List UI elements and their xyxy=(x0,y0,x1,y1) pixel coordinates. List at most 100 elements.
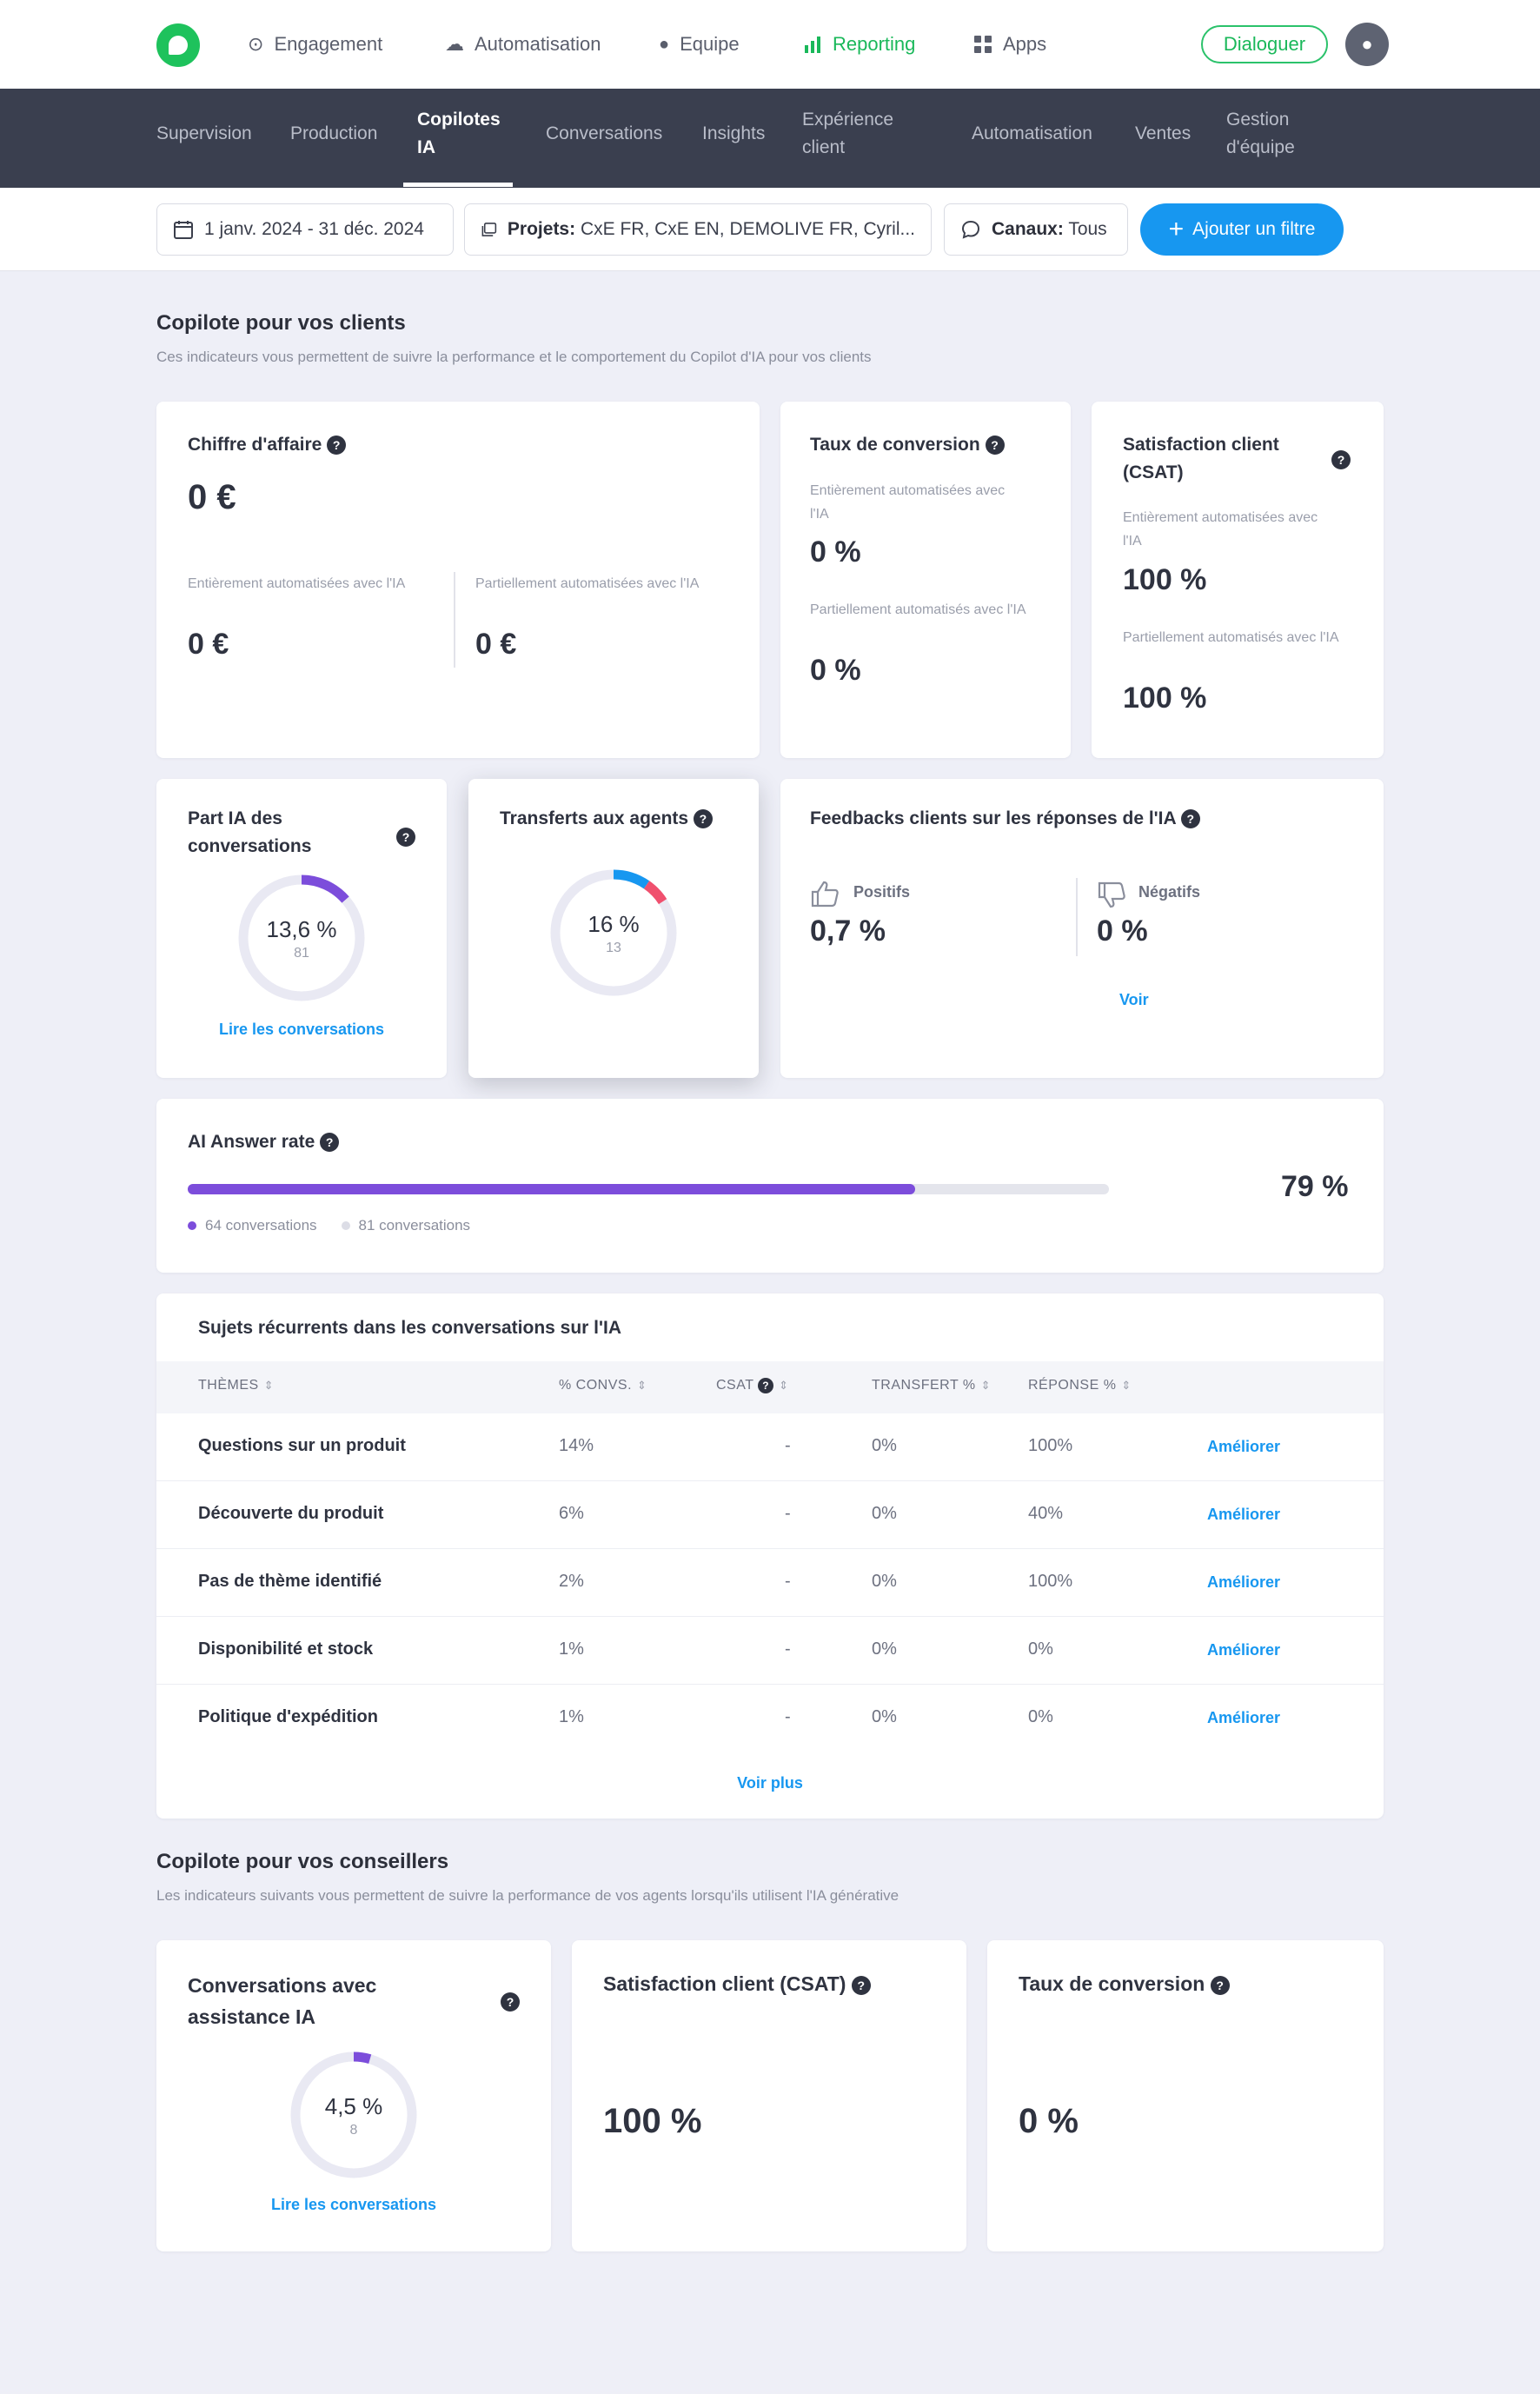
assisted-conversations-card: Conversations avec assistance IA ? 4,5 % … xyxy=(156,1940,551,2251)
subnav-conversations[interactable]: Conversations xyxy=(546,120,662,148)
csat-cell: - xyxy=(785,1572,791,1591)
topics-title: Sujets récurrents dans les conversations… xyxy=(198,1318,622,1338)
convs-cell: 14% xyxy=(559,1436,594,1455)
subnav-copilotes-ia[interactable]: Copilotes IA xyxy=(417,106,501,162)
subnav-gestion-equipe[interactable]: Gestion d'équipe xyxy=(1226,106,1295,162)
improve-link[interactable]: Améliorer xyxy=(1207,1506,1280,1524)
help-icon[interactable]: ? xyxy=(1210,1975,1230,1995)
advisors-section-subtitle: Les indicateurs suivants vous permettent… xyxy=(156,1887,899,1904)
target-icon: ⊙ xyxy=(248,33,264,55)
read-conversations-link[interactable]: Lire les conversations xyxy=(156,1021,447,1039)
clients-section-subtitle: Ces indicateurs vous permettent de suivr… xyxy=(156,349,872,365)
legend-dot-answered xyxy=(188,1221,196,1230)
response-cell: 0% xyxy=(1028,1639,1053,1659)
calendar-icon xyxy=(174,221,193,239)
response-cell: 100% xyxy=(1028,1572,1073,1591)
help-icon[interactable]: ? xyxy=(327,436,347,456)
column-header-themes[interactable]: THÈMES ⇕ xyxy=(198,1378,274,1393)
improve-link[interactable]: Améliorer xyxy=(1207,1709,1280,1727)
bar-chart-icon xyxy=(805,37,820,53)
csat-card: Satisfaction client (CSAT) ? Entièrement … xyxy=(1092,402,1384,758)
improve-link[interactable]: Améliorer xyxy=(1207,1641,1280,1659)
channels-filter[interactable]: Canaux: Tous xyxy=(944,203,1128,256)
help-icon[interactable]: ? xyxy=(320,1133,340,1153)
table-row: Politique d'expédition 1% - 0% 0% Amélio… xyxy=(156,1685,1384,1752)
positive-label: Positifs xyxy=(853,883,911,901)
response-cell: 0% xyxy=(1028,1707,1053,1726)
folders-icon xyxy=(481,223,497,236)
transfer-cell: 0% xyxy=(872,1707,897,1726)
nav-automatisation[interactable]: ☁ Automatisation xyxy=(445,31,601,57)
revenue-full-label: Entièrement automatisées avec l'IA xyxy=(188,576,406,591)
active-tab-indicator xyxy=(403,183,513,187)
brand-logo[interactable] xyxy=(156,23,200,67)
clients-section-title: Copilote pour vos clients xyxy=(156,311,406,335)
theme-cell: Questions sur un produit xyxy=(198,1436,406,1455)
see-feedback-link[interactable]: Voir xyxy=(1119,991,1149,1009)
subnav-ventes[interactable]: Ventes xyxy=(1135,120,1191,148)
top-navigation: ⊙ Engagement ☁ Automatisation ● Equipe Repo… xyxy=(0,0,1540,89)
help-icon[interactable]: ? xyxy=(396,828,415,847)
column-header-transfer[interactable]: TRANSFERT % ⇕ xyxy=(872,1378,991,1393)
read-conversations-link[interactable]: Lire les conversations xyxy=(156,2196,551,2214)
transfers-card: Transferts aux agents ? 16 % 13 xyxy=(468,779,759,1078)
nav-equipe[interactable]: ● Equipe xyxy=(659,31,740,57)
conversion-partial-label: Partiellement automatisés avec l'IA xyxy=(810,602,1026,617)
subnav-automatisation[interactable]: Automatisation xyxy=(972,120,1092,148)
convs-cell: 1% xyxy=(559,1639,584,1659)
transfer-cell: 0% xyxy=(872,1504,897,1523)
help-icon[interactable]: ? xyxy=(693,809,713,829)
table-row: Découverte du produit 6% - 0% 40% Amélio… xyxy=(156,1481,1384,1549)
negative-value: 0 % xyxy=(1097,914,1148,948)
advisor-conversion-card: Taux de conversion ? 0 % xyxy=(987,1940,1384,2251)
csat-cell: - xyxy=(785,1436,791,1455)
date-range-filter[interactable]: 1 janv. 2024 - 31 déc. 2024 xyxy=(156,203,454,256)
subnav-production[interactable]: Production xyxy=(290,120,377,148)
user-avatar[interactable]: ● xyxy=(1345,23,1389,66)
help-icon[interactable]: ? xyxy=(985,436,1005,456)
transfers-title: Transferts aux agents ? xyxy=(500,805,713,833)
subnav-insights[interactable]: Insights xyxy=(702,120,765,148)
help-icon[interactable]: ? xyxy=(851,1975,871,1995)
conversion-partial-value: 0 % xyxy=(810,654,861,687)
ai-share-card: Part IA des conversations ? 13,6 % 81 Lir… xyxy=(156,779,447,1078)
nav-apps[interactable]: Apps xyxy=(973,31,1046,57)
answer-rate-card: AI Answer rate ? 79 % 64 conversations 8… xyxy=(156,1099,1384,1273)
nav-engagement[interactable]: ⊙ Engagement xyxy=(248,31,382,57)
answer-rate-legend: 64 conversations 81 conversations xyxy=(188,1217,470,1234)
column-header-convs[interactable]: % CONVS. ⇕ xyxy=(559,1378,647,1393)
improve-link[interactable]: Améliorer xyxy=(1207,1438,1280,1456)
filter-bar: 1 janv. 2024 - 31 déc. 2024 Projets: CxE… xyxy=(0,188,1540,271)
help-icon[interactable]: ? xyxy=(1180,809,1200,829)
see-more-link[interactable]: Voir plus xyxy=(156,1774,1384,1792)
projects-filter[interactable]: Projets: CxE FR, CxE EN, DEMOLIVE FR, Cy… xyxy=(464,203,932,256)
revenue-title: Chiffre d'affaire ? xyxy=(188,431,347,459)
response-cell: 100% xyxy=(1028,1436,1073,1455)
table-row: Questions sur un produit 14% - 0% 100% A… xyxy=(156,1413,1384,1481)
csat-cell: - xyxy=(785,1504,791,1523)
sort-icon: ⇕ xyxy=(1121,1379,1132,1392)
add-filter-button[interactable]: + Ajouter un filtre xyxy=(1140,203,1344,256)
help-icon[interactable]: ? xyxy=(758,1378,774,1393)
thumbs-down-icon xyxy=(1098,881,1125,908)
column-header-response[interactable]: RÉPONSE % ⇕ xyxy=(1028,1378,1132,1393)
theme-cell: Disponibilité et stock xyxy=(198,1639,374,1659)
sort-icon: ⇕ xyxy=(637,1379,647,1392)
transfers-count: 13 xyxy=(606,941,621,955)
advisor-csat-title: Satisfaction client (CSAT) ? xyxy=(603,1970,871,1998)
subnav-experience-client[interactable]: Expérience client xyxy=(802,106,893,162)
feedback-card: Feedbacks clients sur les réponses de l'… xyxy=(780,779,1384,1078)
legend-dot-total xyxy=(341,1221,350,1230)
revenue-card: Chiffre d'affaire ? 0 € Entièrement auto… xyxy=(156,402,760,758)
improve-link[interactable]: Améliorer xyxy=(1207,1573,1280,1592)
nav-reporting[interactable]: Reporting xyxy=(803,31,915,57)
help-icon[interactable]: ? xyxy=(501,1992,520,2012)
subnav-supervision[interactable]: Supervision xyxy=(156,120,252,148)
theme-cell: Découverte du produit xyxy=(198,1504,384,1523)
transfer-cell: 0% xyxy=(872,1639,897,1659)
chat-bubble-icon xyxy=(961,220,980,239)
dialoguer-button[interactable]: Dialoguer xyxy=(1201,25,1328,63)
column-header-csat[interactable]: CSAT ? ⇕ xyxy=(716,1378,789,1393)
advisor-conversion-title: Taux de conversion ? xyxy=(1019,1970,1230,1998)
help-icon[interactable]: ? xyxy=(1331,450,1351,469)
